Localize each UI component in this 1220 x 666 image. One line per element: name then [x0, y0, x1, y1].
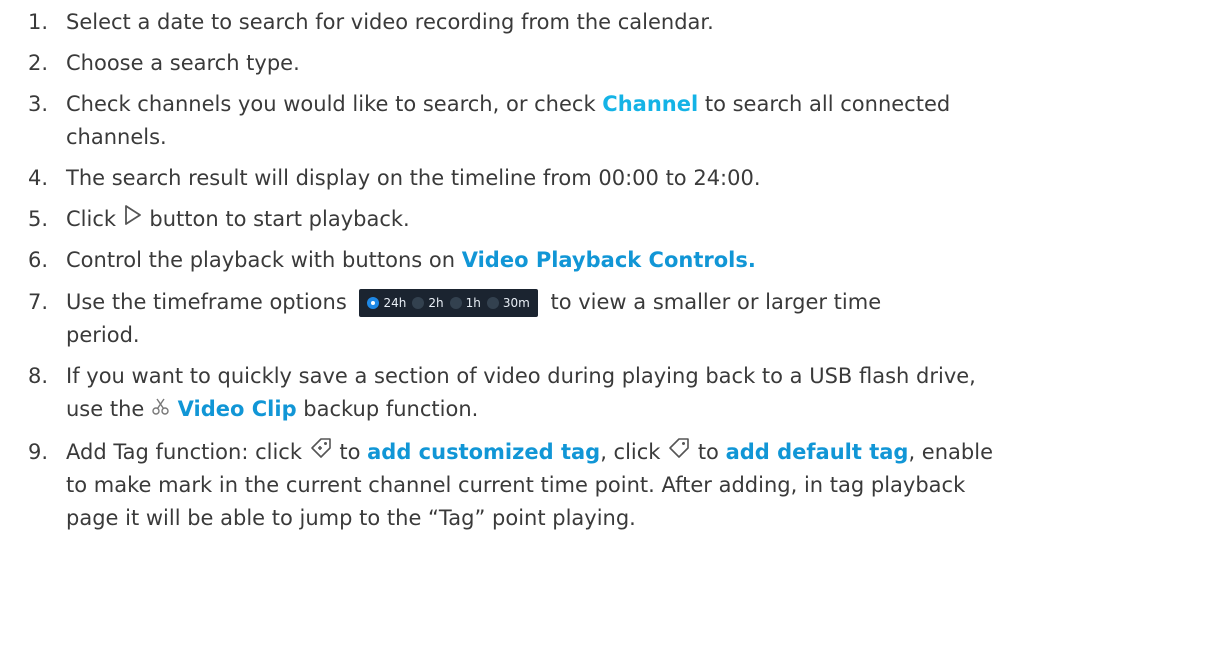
- step-text: page it will be able to jump to the “Tag…: [66, 506, 636, 530]
- video-clip-link[interactable]: Video Clip: [178, 397, 297, 421]
- step-text-part: Click: [66, 207, 123, 231]
- radio-icon: [412, 297, 425, 309]
- step-text-part: to view a smaller or larger time: [543, 290, 882, 314]
- timeframe-option-2h[interactable]: 2h: [412, 287, 444, 320]
- step-text-part: Check channels you would like to search,…: [66, 92, 603, 116]
- timeframe-option-24h[interactable]: 24h: [367, 287, 406, 320]
- step-text: Use the timeframe options 24h 2h 1h 30m to …: [66, 286, 1216, 319]
- video-playback-controls-link[interactable]: Video Playback Controls.: [462, 248, 756, 272]
- step-number: 2.: [28, 51, 49, 75]
- step-text: The search result will display on the ti…: [66, 166, 761, 190]
- scissors-icon: [151, 394, 171, 427]
- step-text: to make mark in the current channel curr…: [66, 473, 966, 497]
- step-text-part: Use the timeframe options: [66, 290, 354, 314]
- step-number: 1.: [28, 10, 49, 34]
- step-text: use the Video Clip backup function.: [66, 393, 1216, 427]
- step-text: period.: [66, 323, 140, 347]
- step-text: If you want to quickly save a section of…: [66, 364, 976, 388]
- tag-icon: [667, 436, 691, 470]
- channel-link[interactable]: Channel: [602, 92, 698, 116]
- step-number: 9.: [28, 440, 49, 464]
- step-text: channels.: [66, 125, 167, 149]
- add-customized-tag-link[interactable]: add customized tag: [367, 440, 600, 464]
- step-text: Choose a search type.: [66, 51, 300, 75]
- step-text-part: button to start playback.: [142, 207, 410, 231]
- step-number: 7.: [28, 290, 49, 314]
- step-text: Click button to start playback.: [66, 203, 1216, 237]
- step-text-part: to: [332, 440, 368, 464]
- timeframe-label: 30m: [502, 295, 530, 310]
- step-text: Select a date to search for video record…: [66, 10, 714, 34]
- step-text-part: to search all connected: [698, 92, 951, 116]
- timeframe-label: 24h: [383, 295, 407, 310]
- add-default-tag-link[interactable]: add default tag: [726, 440, 909, 464]
- step-text-part: backup function.: [296, 397, 479, 421]
- step-number: 8.: [28, 364, 49, 388]
- step-text: Control the playback with buttons on Vid…: [66, 244, 1216, 277]
- step-text: Check channels you would like to search,…: [66, 88, 1216, 121]
- play-outline-icon: [123, 203, 143, 237]
- step-number: 3.: [28, 92, 49, 116]
- step-text-part: , click: [600, 440, 668, 464]
- radio-icon: [449, 297, 462, 309]
- timeframe-label: 2h: [428, 295, 444, 310]
- step-text-part: , enable: [908, 440, 993, 464]
- radio-icon: [486, 297, 499, 309]
- radio-selected-icon: [367, 297, 380, 309]
- step-text-part: Add Tag function: click: [66, 440, 309, 464]
- step-number: 6.: [28, 248, 49, 272]
- tag-add-icon: [309, 436, 333, 470]
- step-text-part: Control the playback with buttons on: [66, 248, 462, 272]
- step-number: 4.: [28, 166, 49, 190]
- step-text-part: to: [691, 440, 726, 464]
- timeframe-option-30m[interactable]: 30m: [486, 287, 530, 320]
- step-number: 5.: [28, 207, 49, 231]
- timeframe-label: 1h: [465, 295, 481, 310]
- timeframe-option-1h[interactable]: 1h: [449, 287, 481, 320]
- step-text-part: use the: [66, 397, 151, 421]
- timeframe-options-bar: 24h 2h 1h 30m: [359, 287, 538, 320]
- step-text: Add Tag function: click to add customize…: [66, 436, 1216, 470]
